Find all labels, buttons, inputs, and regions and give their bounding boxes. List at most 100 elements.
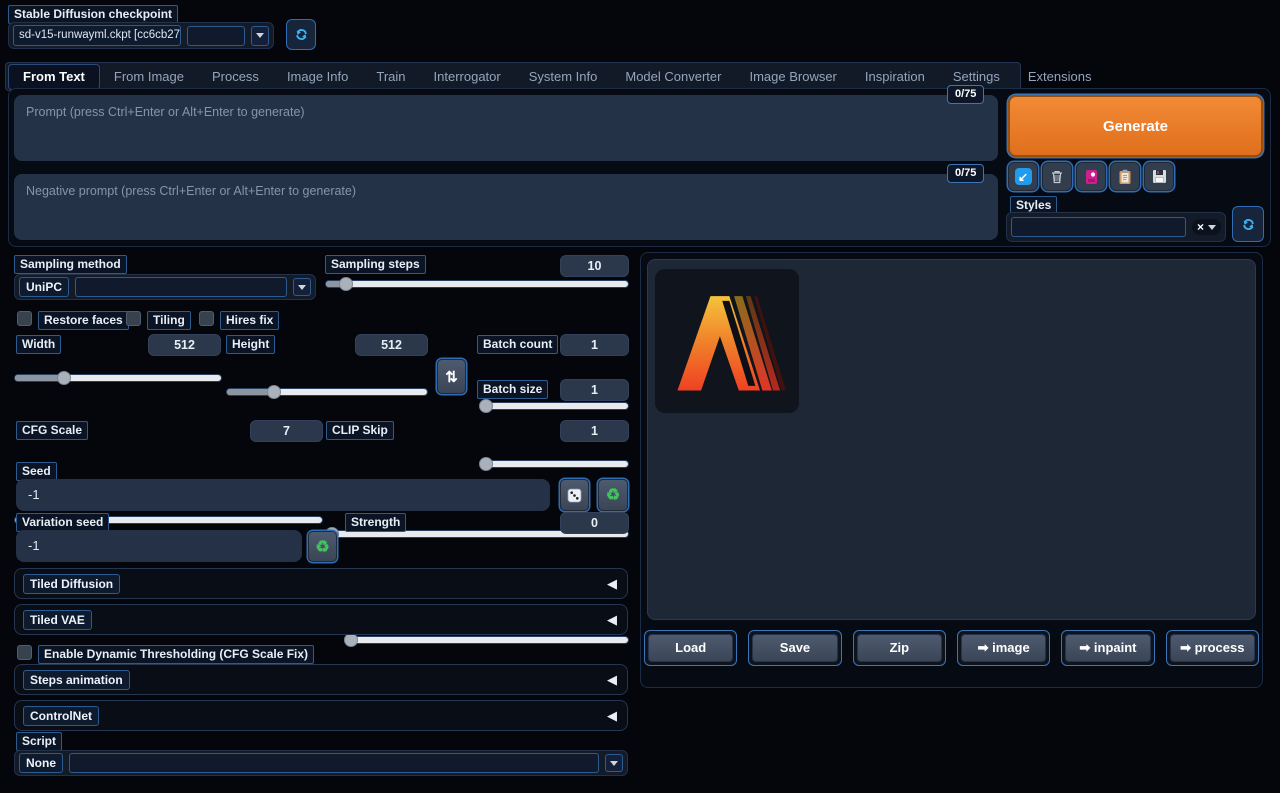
chevron-down-icon[interactable] — [1208, 225, 1216, 230]
zip-button[interactable]: Zip — [853, 630, 946, 666]
gallery-panel[interactable] — [647, 259, 1256, 620]
batch-size-slider[interactable] — [480, 457, 629, 471]
checkpoint-dropdown-button[interactable] — [251, 26, 269, 46]
batch-size-label: Batch size — [477, 380, 548, 399]
height-slider[interactable] — [226, 385, 428, 399]
controlnet-accordion[interactable]: ControlNet ◀ — [14, 700, 628, 731]
cfg-scale-value[interactable]: 7 — [250, 420, 323, 442]
sampling-method-select[interactable]: UniPC — [14, 274, 316, 300]
width-slider[interactable] — [14, 371, 222, 385]
checkpoint-select[interactable]: sd-v15-runwayml.ckpt [cc6cb27103] — [8, 22, 274, 49]
tab-extensions[interactable]: Extensions — [1014, 64, 1106, 90]
tab-image-browser[interactable]: Image Browser — [735, 64, 850, 90]
collapse-arrow-icon[interactable]: ◀ — [607, 576, 617, 592]
tab-from-text[interactable]: From Text — [8, 64, 100, 90]
tiled-vae-title: Tiled VAE — [23, 610, 92, 630]
tab-process[interactable]: Process — [198, 64, 273, 90]
generate-button[interactable]: Generate — [1008, 95, 1263, 157]
clip-skip-value[interactable]: 1 — [560, 420, 629, 442]
tiled-diffusion-accordion[interactable]: Tiled Diffusion ◀ — [14, 568, 628, 599]
batch-count-value[interactable]: 1 — [560, 334, 629, 356]
save-button[interactable]: Save — [748, 630, 841, 666]
negative-prompt-box[interactable] — [14, 174, 998, 240]
prompt-box[interactable] — [14, 95, 998, 161]
script-value-chip[interactable]: None — [19, 753, 63, 773]
output-buttons-row: Load Save Zip ➡ image ➡ inpaint ➡ proces… — [644, 630, 1259, 666]
batch-count-slider[interactable] — [480, 399, 629, 413]
send-to-image-button[interactable]: ➡ image — [957, 630, 1050, 666]
reuse-seed-button[interactable]: ♻ — [598, 479, 628, 511]
clip-skip-label: CLIP Skip — [326, 421, 394, 440]
tab-image-info[interactable]: Image Info — [273, 64, 362, 90]
tab-model-converter[interactable]: Model Converter — [611, 64, 735, 90]
reuse-variation-seed-button[interactable]: ♻ — [308, 531, 337, 562]
main-tab-bar: From Text From Image Process Image Info … — [5, 62, 1021, 91]
tab-from-image[interactable]: From Image — [100, 64, 198, 90]
steps-animation-accordion[interactable]: Steps animation ◀ — [14, 664, 628, 695]
script-select[interactable]: None — [14, 750, 628, 776]
send-to-process-button[interactable]: ➡ process — [1166, 630, 1259, 666]
sampler-value-chip[interactable]: UniPC — [19, 277, 69, 297]
slider-handle[interactable] — [479, 399, 493, 413]
collapse-arrow-icon[interactable]: ◀ — [607, 708, 617, 724]
sampling-steps-slider[interactable] — [325, 277, 629, 291]
refresh-icon — [1241, 217, 1256, 232]
tab-interrogator[interactable]: Interrogator — [420, 64, 515, 90]
gallery-thumbnail[interactable] — [655, 269, 799, 413]
floppy-disk-icon — [1152, 169, 1167, 184]
tab-system-info[interactable]: System Info — [515, 64, 612, 90]
height-value[interactable]: 512 — [355, 334, 428, 356]
checkpoint-search-input[interactable] — [187, 26, 245, 46]
chevron-down-icon — [610, 761, 618, 766]
slider-handle[interactable] — [479, 457, 493, 471]
hires-fix-checkbox[interactable] — [199, 311, 214, 326]
checkpoint-value[interactable]: sd-v15-runwayml.ckpt [cc6cb27103] — [13, 25, 181, 46]
load-button[interactable]: Load — [644, 630, 737, 666]
restore-faces-label: Restore faces — [38, 311, 129, 330]
dynamic-thresholding-checkbox[interactable] — [17, 645, 32, 660]
sampler-dropdown-button[interactable] — [293, 278, 311, 296]
negative-prompt-input[interactable] — [14, 174, 998, 240]
clear-styles-icon[interactable]: × — [1197, 220, 1204, 234]
chevron-down-icon — [298, 285, 306, 290]
height-label: Height — [226, 335, 275, 354]
save-style-button[interactable] — [1144, 162, 1174, 191]
sampling-steps-value[interactable]: 10 — [560, 255, 629, 277]
strength-value[interactable]: 0 — [560, 512, 629, 534]
tab-inspiration[interactable]: Inspiration — [851, 64, 939, 90]
width-value[interactable]: 512 — [148, 334, 221, 356]
batch-size-value[interactable]: 1 — [560, 379, 629, 401]
collapse-arrow-icon[interactable]: ◀ — [607, 612, 617, 628]
styles-input[interactable] — [1011, 217, 1186, 237]
prompt-input[interactable] — [14, 95, 998, 161]
refresh-checkpoints-button[interactable] — [286, 19, 316, 50]
swap-dimensions-button[interactable]: ⇅ — [437, 359, 466, 394]
variation-seed-input[interactable]: -1 — [16, 530, 302, 562]
tiled-vae-accordion[interactable]: Tiled VAE ◀ — [14, 604, 628, 635]
restore-faces-checkbox[interactable] — [17, 311, 32, 326]
clear-prompt-button[interactable] — [1042, 162, 1072, 191]
sampler-search-input[interactable] — [75, 277, 287, 297]
slider-handle[interactable] — [267, 385, 281, 399]
random-seed-button[interactable] — [560, 479, 589, 511]
tab-train[interactable]: Train — [362, 64, 419, 90]
refresh-styles-button[interactable] — [1232, 206, 1264, 242]
extra-networks-button[interactable] — [1076, 162, 1106, 191]
sampling-method-label: Sampling method — [14, 255, 127, 274]
tiling-checkbox[interactable] — [126, 311, 141, 326]
slider-handle[interactable] — [57, 371, 71, 385]
collapse-arrow-icon[interactable]: ◀ — [607, 672, 617, 688]
script-dropdown-button[interactable] — [605, 754, 623, 772]
styles-select[interactable]: × — [1006, 212, 1226, 242]
apply-styles-button[interactable] — [1110, 162, 1140, 191]
paste-params-button[interactable]: ↙ — [1008, 162, 1038, 191]
strength-slider[interactable] — [345, 633, 629, 647]
negative-prompt-token-counter: 0/75 — [947, 164, 984, 183]
send-to-inpaint-button[interactable]: ➡ inpaint — [1061, 630, 1154, 666]
script-search-input[interactable] — [69, 753, 599, 773]
seed-input[interactable]: -1 — [16, 479, 550, 511]
strength-label: Strength — [345, 513, 406, 532]
slider-handle[interactable] — [339, 277, 353, 291]
cfg-scale-label: CFG Scale — [16, 421, 88, 440]
slider-handle[interactable] — [344, 633, 358, 647]
